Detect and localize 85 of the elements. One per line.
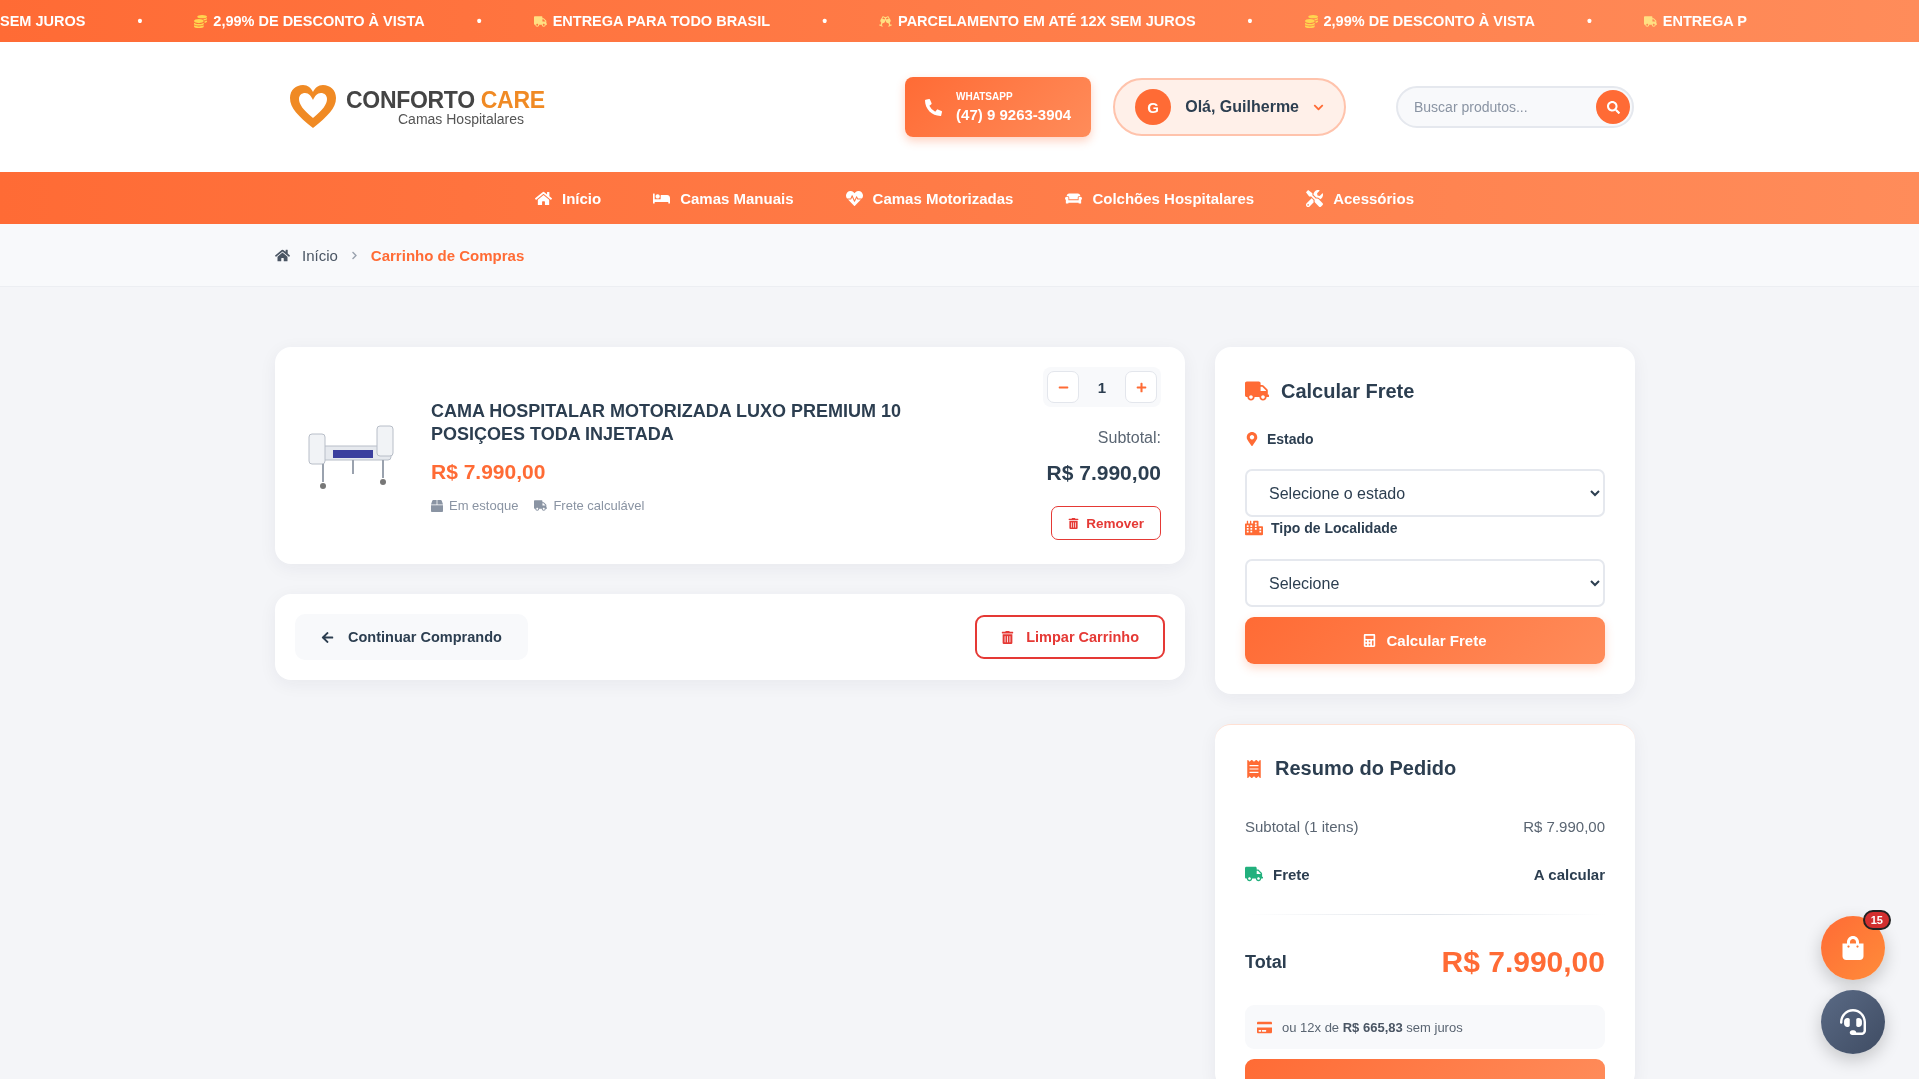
nav-link[interactable]: Colchões Hospitalares: [1065, 189, 1255, 207]
map-pin-icon: [1245, 432, 1259, 446]
product-name: CAMA HOSPITALAR MOTORIZADA LUXO PREMIUM 10 POSIÇOES TODA INJETADA: [431, 399, 902, 446]
installments-text: ou 12x de R$ 665,83 sem juros: [1282, 1019, 1463, 1035]
breadcrumb-link[interactable]: Início: [302, 246, 338, 264]
search-icon: [1606, 100, 1620, 114]
truck-icon: [1245, 865, 1263, 883]
box-icon: [431, 499, 443, 512]
headset-icon: [1840, 1009, 1866, 1035]
clear-cart-button[interactable]: Limpar Carrinho: [975, 615, 1165, 659]
summary-value: A calcular: [1533, 865, 1605, 883]
locality-select[interactable]: Selecione: [1245, 559, 1605, 607]
cart-count-badge: 15: [1862, 910, 1891, 930]
trash-icon: [1001, 630, 1015, 644]
truck-icon: [1245, 379, 1269, 403]
heart-logo-icon: [288, 84, 338, 130]
quantity-value: 1: [1096, 378, 1108, 396]
heartbeat-icon: [845, 189, 863, 207]
trash-icon: [1068, 517, 1080, 529]
summary-label: Subtotal (1 itens): [1245, 817, 1359, 835]
subtotal-label: Subtotal:: [1097, 428, 1161, 447]
cart-float-button[interactable]: [1821, 916, 1885, 980]
whatsapp-label: WHATSAPP: [956, 91, 1013, 102]
brand-tagline: Camas Hospitalares: [398, 111, 526, 126]
tools-icon: [1306, 189, 1324, 207]
total-value: R$ 7.990,00: [1441, 945, 1605, 979]
plus-icon: [1135, 381, 1147, 393]
receipt-icon: [1245, 759, 1263, 778]
summary-value: R$ 7.990,00: [1523, 817, 1605, 835]
separator-dot: •: [1247, 13, 1253, 29]
card-title: Resumo do Pedido: [1275, 757, 1457, 780]
brand-name: CONFORTO: [346, 88, 475, 112]
promo-text: PARCELAMENTO EM ATÉ 12X SEM JUROS: [898, 13, 1196, 29]
nav-link[interactable]: Acessórios: [1306, 189, 1414, 207]
decrease-button[interactable]: [1047, 371, 1079, 403]
subtotal-value: R$ 7.990,00: [1046, 460, 1161, 485]
calculate-freight-button[interactable]: Calcular Frete: [1245, 617, 1605, 664]
search-field[interactable]: Buscar produtos...: [1396, 86, 1634, 128]
promo-text: ENTREGA PARA TODO BRASIL: [552, 13, 771, 29]
separator-dot: •: [476, 13, 482, 29]
coins-icon: [194, 14, 208, 28]
whatsapp-button[interactable]: WHATSAPP (47) 9 9263-3904: [905, 77, 1092, 137]
city-icon: [1245, 519, 1263, 537]
user-menu-button[interactable]: G Olá, Guilherme: [1113, 78, 1346, 136]
truck-icon: [534, 499, 548, 513]
separator-dot: •: [1586, 13, 1592, 29]
glasses-icon: [879, 14, 893, 28]
calculator-icon: [1363, 634, 1377, 647]
stock-status: Em estoque: [449, 498, 519, 514]
breadcrumb-link[interactable]: Carrinho de Compras: [370, 246, 525, 264]
separator-dot: •: [822, 13, 828, 29]
credit-card-icon: [1257, 1019, 1272, 1035]
promo-text: 2,99% DE DESCONTO À VISTA: [1323, 13, 1535, 29]
user-greeting: Olá, Guilherme: [1185, 98, 1299, 116]
home-icon: [275, 247, 290, 263]
summary-label: Frete: [1273, 865, 1310, 883]
total-label: Total: [1245, 951, 1287, 973]
truck-icon: [1643, 14, 1657, 28]
support-float-button[interactable]: [1821, 990, 1885, 1054]
remove-button[interactable]: Remover: [1051, 506, 1161, 540]
home-icon: [535, 189, 552, 207]
field-label: Tipo de Localidade: [1271, 520, 1398, 536]
increase-button[interactable]: [1125, 371, 1157, 403]
continue-shopping-button[interactable]: Continuar Comprando: [295, 614, 528, 660]
promo-text: SEM JUROS: [0, 13, 86, 29]
coins-icon: [1304, 14, 1318, 28]
nav-link[interactable]: Camas Motorizadas: [845, 189, 1014, 207]
user-avatar: G: [1135, 89, 1172, 125]
arrow-left-icon: [321, 630, 334, 644]
nav-link[interactable]: Camas Manuais: [653, 189, 794, 207]
product-price: R$ 7.990,00: [431, 460, 547, 485]
shopping-bag-icon: [1841, 936, 1865, 960]
card-title: Calcular Frete: [1281, 379, 1415, 403]
shipping-note: Frete calculável: [553, 498, 645, 514]
promo-text: ENTREGA P: [1662, 13, 1747, 29]
separator-dot: •: [137, 13, 143, 29]
field-label: Estado: [1267, 431, 1314, 447]
truck-icon: [533, 14, 547, 28]
whatsapp-number: (47) 9 9263-3904: [956, 106, 1072, 123]
brand-name-accent: CARE: [480, 88, 545, 112]
state-select[interactable]: Selecione o estado: [1245, 469, 1605, 517]
nav-link[interactable]: Início: [535, 189, 602, 207]
promo-text: 2,99% DE DESCONTO À VISTA: [213, 13, 425, 29]
chevron-right-icon: [349, 250, 359, 260]
phone-icon: [925, 98, 943, 116]
